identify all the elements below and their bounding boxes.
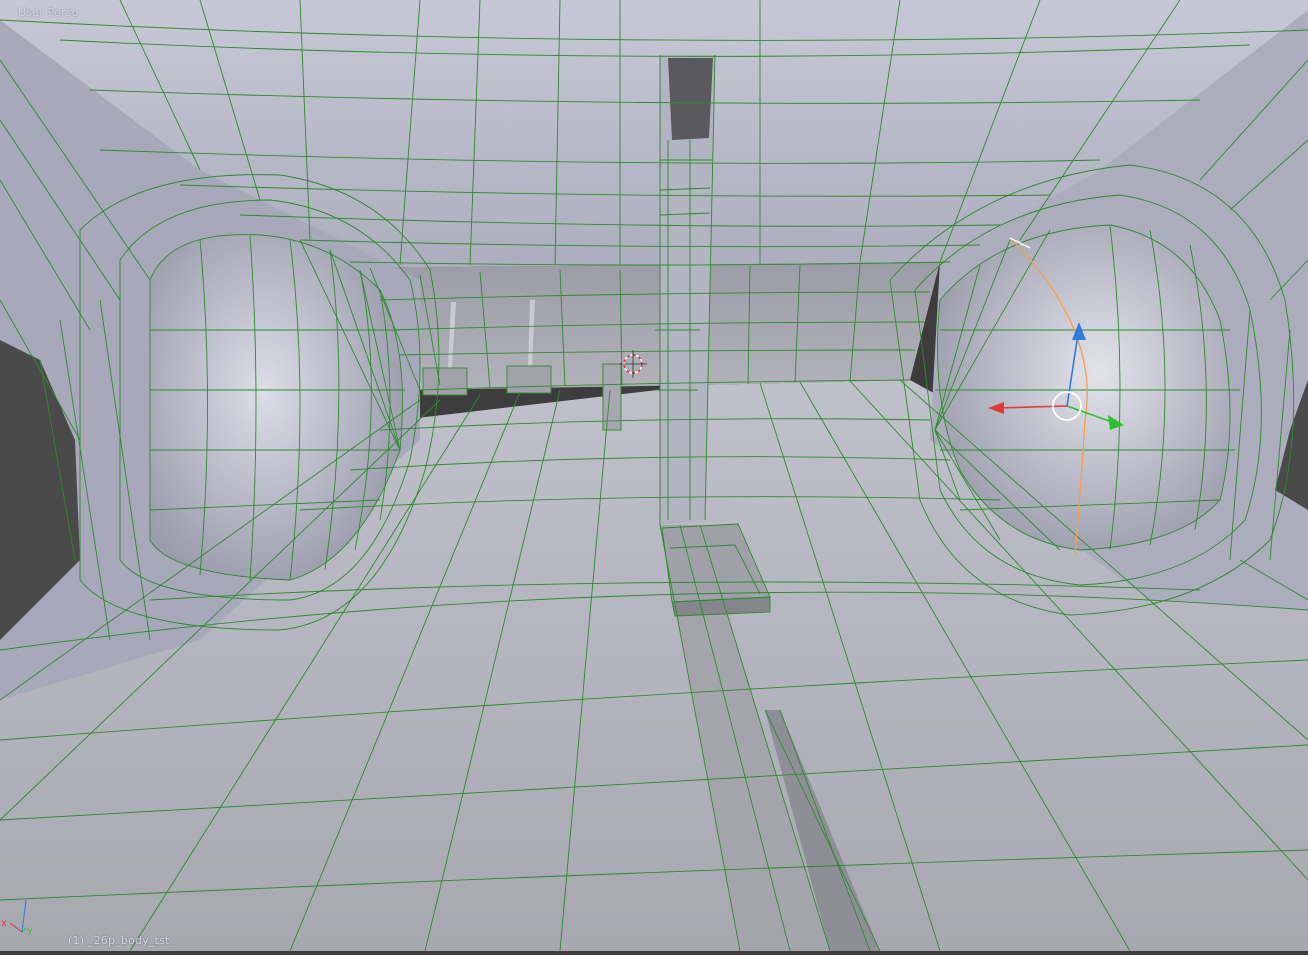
3d-viewport[interactable]: User Persp (1) _26p_body_tst x y bbox=[0, 0, 1308, 952]
axis-y-label: y bbox=[27, 925, 33, 936]
view-mode-label: User Persp bbox=[18, 6, 79, 19]
mesh-canvas[interactable] bbox=[0, 0, 1308, 952]
axis-x-label: x bbox=[1, 918, 7, 929]
active-object-label: (1) _26p_body_tst bbox=[68, 934, 170, 947]
